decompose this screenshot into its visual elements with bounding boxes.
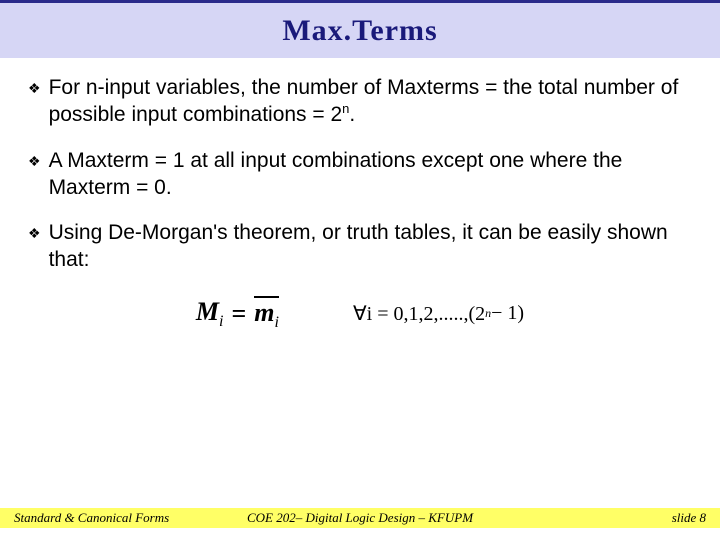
content-area: ❖ For n-input variables, the number of M… — [0, 58, 720, 332]
formula-lhs-sub: i — [219, 313, 223, 330]
formula-rhs-var: m — [254, 298, 274, 327]
range-suffix: − 1) — [491, 302, 524, 325]
slide-title: Max.Terms — [282, 14, 437, 48]
bullet-item: ❖ Using De-Morgan's theorem, or truth ta… — [28, 219, 692, 274]
title-bar: Max.Terms — [0, 0, 720, 58]
overline: mi — [254, 296, 279, 332]
formula-rhs-sub: i — [275, 314, 279, 331]
footer-left: Standard & Canonical Forms — [14, 510, 169, 526]
diamond-icon: ❖ — [28, 153, 41, 170]
bullet-text: For n-input variables, the number of Max… — [49, 74, 692, 129]
footer-center: COE 202– Digital Logic Design – KFUPM — [247, 510, 473, 526]
formula: Mi = mi ∀i = 0,1,2,.....,(2n − 1) — [196, 296, 524, 332]
formula-range: ∀i = 0,1,2,.....,(2n − 1) — [353, 301, 524, 326]
bullet-text: A Maxterm = 1 at all input combinations … — [49, 147, 692, 202]
footer-right: slide 8 — [672, 510, 706, 526]
bullet-item: ❖ For n-input variables, the number of M… — [28, 74, 692, 129]
range-prefix: ∀i = 0,1,2,.....,(2 — [353, 301, 485, 326]
bullet-item: ❖ A Maxterm = 1 at all input combination… — [28, 147, 692, 202]
equals-sign: = — [231, 299, 246, 329]
diamond-icon: ❖ — [28, 225, 41, 242]
formula-lhs-var: M — [196, 297, 219, 326]
diamond-icon: ❖ — [28, 80, 41, 97]
bullet-text: Using De-Morgan's theorem, or truth tabl… — [49, 219, 692, 274]
formula-container: Mi = mi ∀i = 0,1,2,.....,(2n − 1) — [28, 296, 692, 332]
footer: Standard & Canonical Forms COE 202– Digi… — [0, 508, 720, 528]
